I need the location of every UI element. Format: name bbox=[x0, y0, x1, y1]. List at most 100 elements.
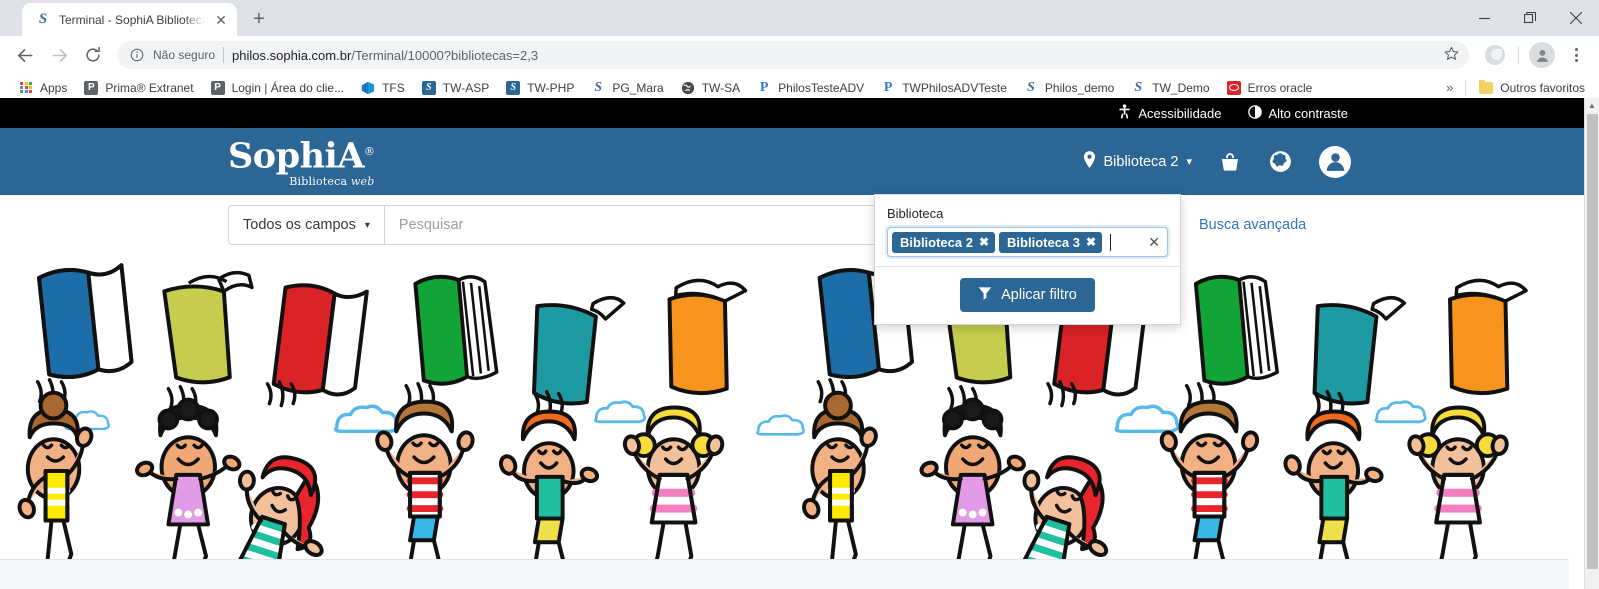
back-arrow-icon[interactable] bbox=[8, 38, 42, 72]
bookmark-apps[interactable]: Apps bbox=[10, 77, 75, 99]
library-tag-input[interactable]: Biblioteca 2 ✖ Biblioteca 3 ✖ ✕ bbox=[887, 227, 1168, 257]
info-circle-icon[interactable] bbox=[129, 47, 145, 63]
banner-illustration bbox=[0, 255, 1569, 589]
sophia-logo[interactable]: SophiA® Biblioteca web bbox=[228, 135, 375, 188]
bookmark-pg-mara[interactable]: S PG_Mara bbox=[582, 77, 671, 99]
bookmark-outros-favoritos[interactable]: Outros favoritos bbox=[1470, 77, 1593, 99]
divider bbox=[1465, 79, 1467, 96]
bookmark-label: TW-ASP bbox=[442, 80, 490, 95]
chip-label: Biblioteca 3 bbox=[1007, 234, 1080, 250]
bookmark-label: Login | Área do clie... bbox=[231, 80, 345, 95]
extension-icon[interactable] bbox=[1485, 45, 1505, 65]
globe-icon[interactable] bbox=[1268, 149, 1293, 174]
sophia-s-icon: S bbox=[38, 11, 48, 27]
bookmark-label: TFS bbox=[382, 80, 405, 95]
sophia-s-icon: S bbox=[1026, 79, 1035, 95]
children-and-books-illustration bbox=[2, 262, 1565, 589]
page-viewport: Acessibilidade Alto contraste SophiA® Bi… bbox=[0, 98, 1599, 589]
url-text: philos.sophia.com.br/Terminal/10000?bibl… bbox=[232, 48, 538, 63]
sophia-s-icon: S bbox=[421, 80, 437, 96]
chip-remove-icon[interactable]: ✖ bbox=[979, 236, 989, 248]
chip-biblioteca-3[interactable]: Biblioteca 3 ✖ bbox=[999, 231, 1103, 253]
library-selector-label: Biblioteca 2 bbox=[1103, 153, 1179, 170]
chevron-down-icon: ▾ bbox=[1186, 156, 1192, 168]
scrollbar-thumb[interactable] bbox=[1587, 114, 1598, 569]
maximize-icon[interactable] bbox=[1507, 0, 1553, 36]
contrast-icon bbox=[1247, 104, 1262, 122]
user-avatar-icon[interactable] bbox=[1319, 145, 1351, 178]
library-selector[interactable]: Biblioteca 2 ▾ bbox=[1083, 151, 1192, 172]
window-controls bbox=[1461, 0, 1599, 36]
globe-icon bbox=[680, 80, 696, 96]
chevron-down-icon: ▾ bbox=[364, 219, 370, 231]
browser-tab[interactable]: S Terminal - SophiA Biblioteca Web ✕ bbox=[22, 3, 237, 36]
tfs-icon bbox=[360, 80, 376, 96]
divider bbox=[223, 47, 225, 63]
bookmark-tw-asp[interactable]: S TW-ASP bbox=[413, 77, 497, 99]
bookmark-prima-extranet[interactable]: P Prima® Extranet bbox=[75, 77, 201, 99]
sophia-s-icon: S bbox=[1134, 79, 1143, 95]
bookmark-label: Apps bbox=[40, 80, 68, 95]
bookmark-label: TW-SA bbox=[701, 80, 741, 95]
chrome-menu-button[interactable] bbox=[1561, 48, 1591, 62]
map-pin-icon bbox=[1083, 151, 1096, 172]
search-row: Todos os campos ▾ Busca avançada bbox=[0, 195, 1584, 255]
bookmarks-overflow-button[interactable]: » bbox=[1438, 80, 1461, 95]
filter-funnel-icon bbox=[978, 286, 992, 304]
bookmark-philostesteadv[interactable]: P PhilosTesteADV bbox=[748, 77, 872, 99]
accessibility-link[interactable]: Acessibilidade bbox=[1118, 104, 1222, 122]
bookmark-tfs[interactable]: TFS bbox=[352, 77, 413, 99]
forward-arrow-icon[interactable] bbox=[42, 38, 76, 72]
page-footer bbox=[0, 559, 1569, 589]
high-contrast-label: Alto contraste bbox=[1268, 105, 1349, 121]
library-filter-popup: Biblioteca Biblioteca 2 ✖ Biblioteca 3 ✖… bbox=[874, 194, 1181, 325]
chip-remove-icon[interactable]: ✖ bbox=[1086, 236, 1096, 248]
bookmark-tw-demo[interactable]: S TW_Demo bbox=[1122, 77, 1217, 99]
profile-avatar[interactable] bbox=[1529, 42, 1555, 68]
bookmark-label: Philos_demo bbox=[1044, 80, 1115, 95]
address-bar[interactable]: Não seguro philos.sophia.com.br/Terminal… bbox=[117, 41, 1469, 69]
logo-subtitle-web: web bbox=[350, 174, 375, 188]
bookmark-tw-sa[interactable]: TW-SA bbox=[672, 77, 748, 99]
close-icon[interactable]: ✕ bbox=[213, 12, 229, 28]
accessibility-icon bbox=[1118, 104, 1131, 122]
folder-icon bbox=[1478, 79, 1494, 96]
clear-all-icon[interactable]: ✕ bbox=[1148, 235, 1160, 249]
apps-grid-icon bbox=[18, 80, 34, 96]
navigation-toolbar: Não seguro philos.sophia.com.br/Terminal… bbox=[0, 36, 1599, 74]
p-square-icon: P bbox=[83, 80, 99, 96]
bookmark-label: Outros favoritos bbox=[1500, 80, 1585, 95]
chip-biblioteca-2[interactable]: Biblioteca 2 ✖ bbox=[892, 231, 996, 253]
logo-text: SophiA® bbox=[228, 135, 375, 174]
close-icon[interactable] bbox=[1553, 0, 1599, 36]
logo-name: SophiA bbox=[228, 135, 365, 177]
bookmark-erros-oracle[interactable]: Erros oracle bbox=[1218, 77, 1321, 99]
reload-icon[interactable] bbox=[76, 38, 110, 72]
bookmark-label: TW_Demo bbox=[1152, 80, 1210, 95]
scroll-up-arrow-icon[interactable]: ▲ bbox=[1585, 98, 1599, 113]
accessibility-bar: Acessibilidade Alto contraste bbox=[0, 98, 1584, 128]
minimize-icon[interactable] bbox=[1461, 0, 1507, 36]
bookmark-philos-demo[interactable]: S Philos_demo bbox=[1015, 77, 1122, 99]
bookmark-twphilosadvteste[interactable]: P TWPhilosADVTeste bbox=[872, 77, 1015, 99]
bookmark-label: Erros oracle bbox=[1247, 80, 1313, 95]
bookmark-tw-php[interactable]: S TW-PHP bbox=[497, 77, 582, 99]
basket-icon[interactable] bbox=[1218, 150, 1242, 174]
star-icon[interactable] bbox=[1444, 46, 1459, 65]
site-header: SophiA® Biblioteca web Biblioteca 2 ▾ bbox=[0, 128, 1584, 195]
bookmark-label: PG_Mara bbox=[612, 80, 664, 95]
page-scrollbar[interactable]: ▲ bbox=[1584, 98, 1599, 589]
advanced-search-link[interactable]: Busca avançada bbox=[1199, 217, 1306, 233]
new-tab-button[interactable]: + bbox=[245, 5, 273, 33]
security-status: Não seguro bbox=[153, 48, 216, 62]
apply-filter-label: Aplicar filtro bbox=[1001, 287, 1077, 303]
popup-label: Biblioteca bbox=[887, 206, 944, 221]
high-contrast-link[interactable]: Alto contraste bbox=[1247, 104, 1349, 122]
p-square-icon: P bbox=[210, 80, 226, 96]
apply-filter-button[interactable]: Aplicar filtro bbox=[960, 278, 1095, 312]
bookmark-login-area-cliente[interactable]: P Login | Área do clie... bbox=[202, 77, 353, 99]
p-icon: P bbox=[883, 79, 893, 95]
search-field-selector[interactable]: Todos os campos ▾ bbox=[228, 205, 384, 245]
bookmark-label: PhilosTesteADV bbox=[778, 80, 865, 95]
oracle-icon bbox=[1226, 80, 1242, 96]
